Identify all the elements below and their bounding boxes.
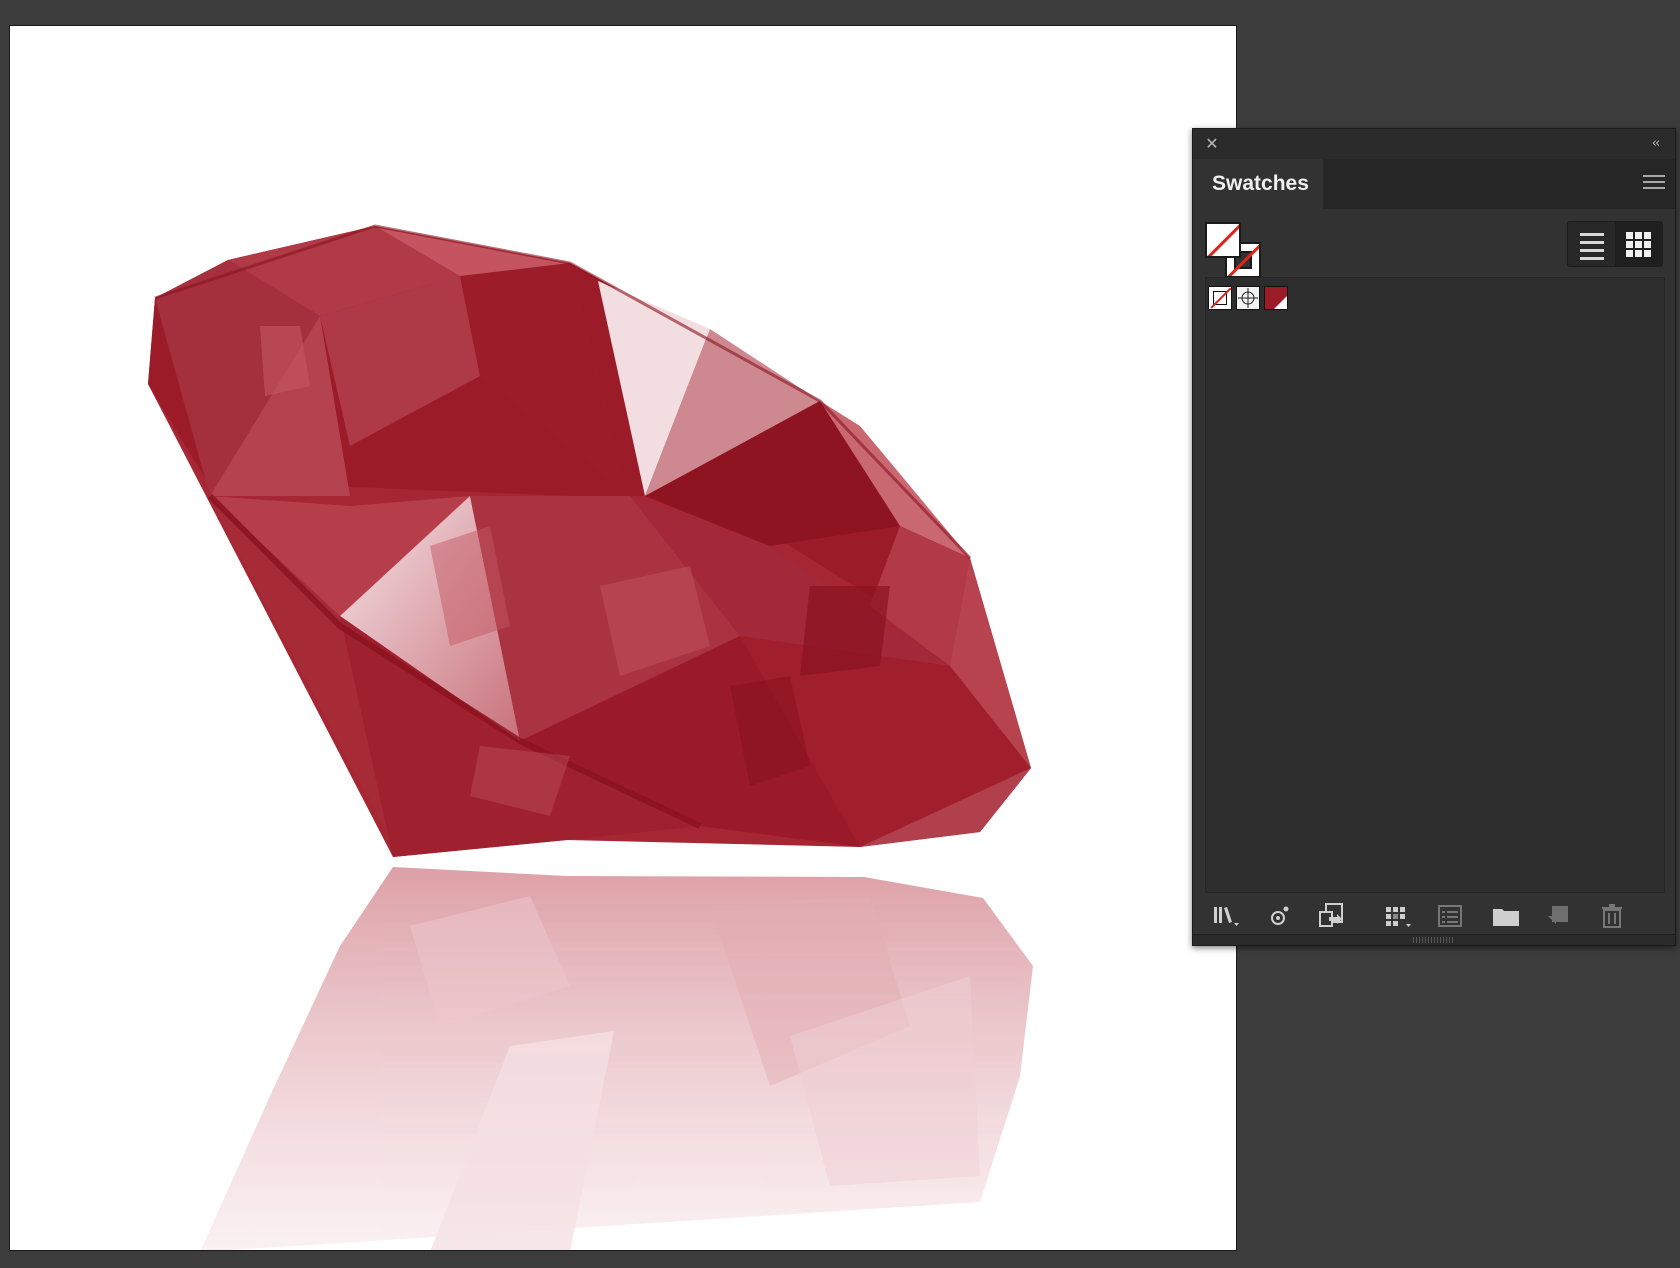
folder-icon[interactable] bbox=[1491, 901, 1521, 931]
list-view-icon[interactable] bbox=[1568, 222, 1615, 266]
close-icon[interactable]: ✕ bbox=[1203, 135, 1221, 153]
artboard[interactable] bbox=[9, 25, 1237, 1251]
registration-swatch[interactable] bbox=[1236, 286, 1260, 310]
ruby-gem bbox=[148, 224, 1031, 857]
delete-swatch-icon[interactable] bbox=[1597, 901, 1627, 931]
view-toggle bbox=[1567, 221, 1663, 267]
thumbnail-view-icon[interactable] bbox=[1615, 222, 1662, 266]
grip-icon bbox=[1413, 937, 1453, 943]
panel-bottom-toolbar bbox=[1193, 895, 1675, 935]
registration-icon bbox=[1238, 288, 1258, 308]
fill-none-icon[interactable] bbox=[1205, 222, 1241, 258]
panel-tabbar: Swatches bbox=[1193, 159, 1675, 209]
panel-resize-handle[interactable] bbox=[1193, 934, 1675, 945]
new-color-group-icon[interactable] bbox=[1435, 901, 1465, 931]
menu-icon[interactable] bbox=[1643, 175, 1665, 193]
fill-stroke-indicator[interactable] bbox=[1205, 222, 1265, 282]
collapse-panel-icon[interactable]: ‹‹ bbox=[1645, 135, 1665, 153]
panel-titlebar[interactable]: ✕ ‹‹ bbox=[1193, 129, 1675, 159]
swatch-libraries-menu-icon[interactable] bbox=[1211, 901, 1241, 931]
ruby-illustration bbox=[148, 224, 1033, 1250]
show-swatch-kinds-menu-icon[interactable] bbox=[1317, 901, 1347, 931]
swatches-panel: ✕ ‹‹ Swatches bbox=[1192, 128, 1676, 946]
swatch-list[interactable] bbox=[1205, 277, 1665, 893]
add-used-colors-icon[interactable] bbox=[1265, 901, 1295, 931]
swatch-options-icon[interactable] bbox=[1383, 901, 1413, 931]
tab-swatches[interactable]: Swatches bbox=[1193, 159, 1323, 209]
none-swatch[interactable] bbox=[1208, 286, 1232, 310]
ruby-red-swatch[interactable] bbox=[1264, 286, 1288, 310]
gem-reflection bbox=[200, 867, 1033, 1250]
new-swatch-icon[interactable] bbox=[1543, 901, 1573, 931]
